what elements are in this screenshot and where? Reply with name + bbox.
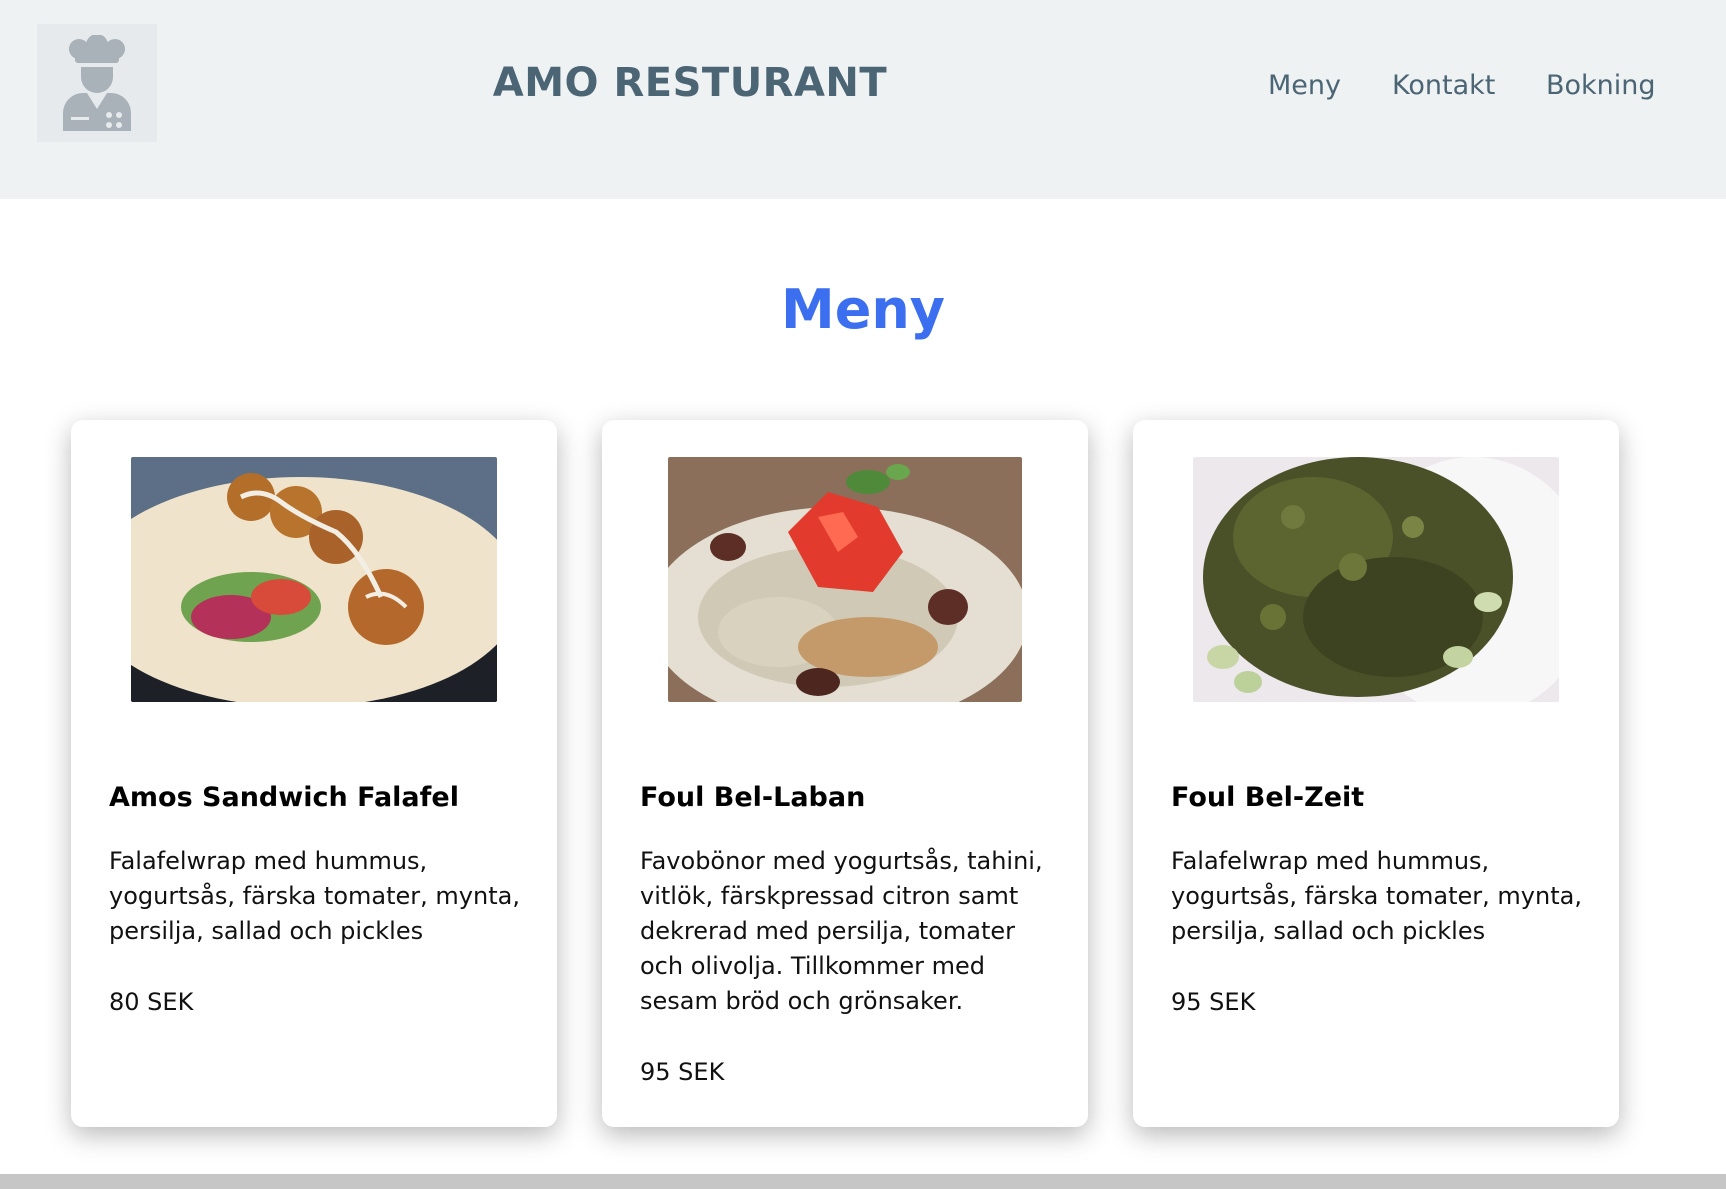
falafel-wrap-photo [131,457,497,702]
site-header: AMO RESTURANT Meny Kontakt Bokning [0,0,1726,199]
menu-item-price: 80 SEK [109,988,194,1016]
menu-item-name: Foul Bel-Zeit [1171,782,1365,813]
menu-item-price: 95 SEK [640,1058,725,1086]
nav-link-kontakt[interactable]: Kontakt [1392,70,1495,101]
horizontal-scrollbar[interactable] [0,1174,1726,1189]
menu-item-name: Amos Sandwich Falafel [109,782,459,813]
menu-item-name: Foul Bel-Laban [640,782,866,813]
foul-bel-zeit-photo [1193,457,1559,702]
main-nav: Meny Kontakt Bokning [0,70,1726,110]
menu-item-description: Favobönor med yogurtsås, tahini, vitlök,… [640,847,1043,1015]
menu-card: Foul Bel-Zeit Falafelwrap med hummus, yo… [1133,420,1619,1127]
menu-card: Amos Sandwich Falafel Falafelwrap med hu… [71,420,557,1127]
foul-bel-laban-photo [668,457,1022,702]
page-title: Meny [780,278,945,341]
nav-link-meny[interactable]: Meny [1268,70,1341,101]
menu-item-price: 95 SEK [1171,988,1256,1016]
menu-item-description: Falafelwrap med hummus, yogurtsås, färsk… [1171,847,1582,945]
menu-card: Foul Bel-Laban Favobönor med yogurtsås, … [602,420,1088,1127]
nav-link-bokning[interactable]: Bokning [1546,70,1656,101]
menu-item-description: Falafelwrap med hummus, yogurtsås, färsk… [109,847,520,945]
